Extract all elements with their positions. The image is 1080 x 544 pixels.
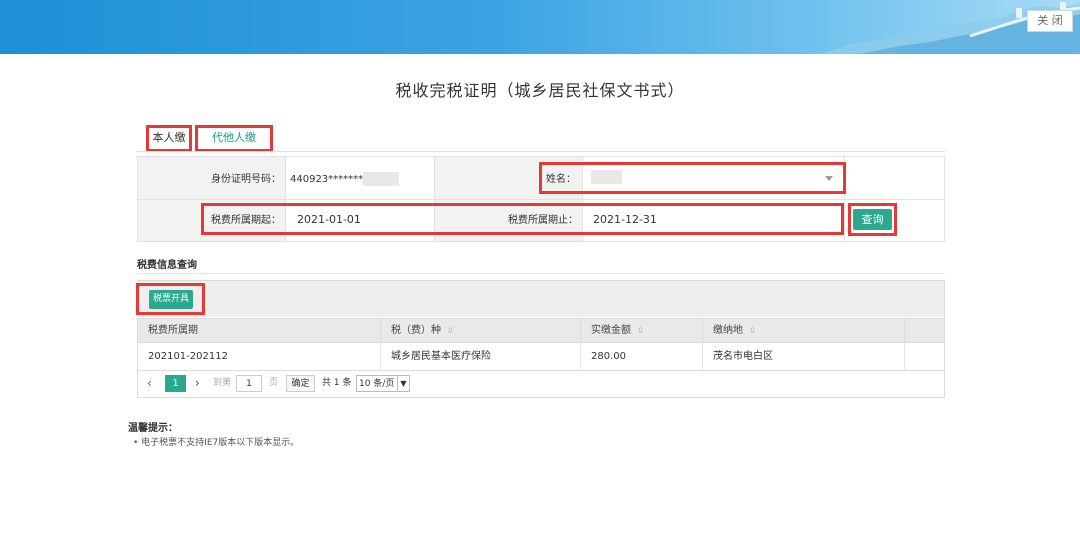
period-end-input[interactable]: 2021-12-31 (593, 213, 657, 227)
section-title: 税费信息查询 (137, 260, 197, 271)
period-start-input[interactable]: 2021-01-01 (297, 213, 361, 227)
redacted-mask (591, 170, 622, 184)
tab-self-pay[interactable]: 本人缴 (148, 127, 190, 149)
section-divider (137, 273, 945, 274)
sort-icon[interactable]: ⇳ (749, 326, 756, 335)
column-header-label: 缴纳地 (713, 325, 743, 336)
chevron-down-icon: ▼ (397, 376, 409, 391)
query-button[interactable]: 查询 (853, 209, 892, 230)
column-header[interactable]: 实缴金额 ⇳ (581, 319, 703, 342)
column-header-label: 税（费）种 (391, 325, 441, 336)
table-header: 税费所属期 税（费）种 ⇳ 实缴金额 ⇳ 缴纳地 ⇳ (138, 318, 944, 343)
column-header-label: 税费所属期 (148, 325, 198, 336)
form-col-divider (434, 157, 435, 241)
goto-confirm-button[interactable]: 确定 (286, 375, 315, 392)
form-col-divider (285, 157, 286, 241)
tabs-divider (137, 151, 945, 152)
period-end-label: 税费所属期止： (508, 215, 578, 226)
id-number-text: 440923******* (290, 174, 364, 185)
period-start-label: 税费所属期起： (211, 215, 281, 226)
table-cell: 202101-202112 (138, 343, 381, 370)
close-button[interactable]: 关 闭 (1027, 10, 1073, 32)
total-count: 共 1 条 (322, 378, 352, 388)
tips-title: 温馨提示： (128, 423, 178, 434)
page-unit-label: 页 (269, 378, 279, 388)
chevron-down-icon[interactable] (825, 176, 833, 181)
next-page-icon[interactable]: › (195, 375, 200, 392)
form-col-divider (844, 157, 845, 241)
name-label: 姓名： (546, 174, 576, 185)
page-title: 税收完税证明（城乡居民社保文书式） (395, 81, 685, 100)
per-page-select[interactable]: 10 条/页 ▼ (356, 375, 410, 392)
id-number-label: 身份证明号码： (211, 174, 281, 185)
issue-invoice-button[interactable]: 税票开具 (149, 290, 193, 309)
column-header[interactable]: 缴纳地 ⇳ (703, 319, 905, 342)
form-row-divider (138, 199, 944, 200)
table-cell: 茂名市电白区 (703, 343, 905, 370)
results-grid: 税票开具 税费所属期 税（费）种 ⇳ 实缴金额 ⇳ 缴纳地 ⇳ 202101-2021… (137, 280, 945, 398)
grid-toolbar: 税票开具 (138, 281, 944, 317)
prev-page-icon[interactable]: ‹ (147, 375, 152, 392)
sort-icon[interactable]: ⇳ (637, 326, 644, 335)
column-header[interactable]: 税（费）种 ⇳ (381, 319, 581, 342)
pagination: ‹ 1 › 到第 1 页 确定 共 1 条 10 条/页 ▼ (138, 371, 944, 397)
tips-item: • 电子税票不支持IE7版本以下版本显示。 (133, 438, 300, 448)
column-header-label: 实缴金额 (591, 325, 631, 336)
current-page-button[interactable]: 1 (165, 375, 186, 392)
table-cell: 280.00 (581, 343, 703, 370)
column-header[interactable]: 税费所属期 (138, 319, 381, 342)
query-form (137, 156, 945, 242)
sort-icon[interactable]: ⇳ (447, 326, 454, 335)
goto-page-input[interactable]: 1 (236, 375, 262, 392)
table-cell: 城乡居民基本医疗保险 (381, 343, 581, 370)
redacted-mask (363, 172, 400, 186)
tab-pay-for-others[interactable]: 代他人缴 (197, 127, 271, 149)
form-col-divider (582, 157, 583, 241)
name-select[interactable] (591, 170, 622, 185)
id-number-value: 440923******* (290, 172, 400, 187)
per-page-value: 10 条/页 (359, 379, 395, 389)
table-row[interactable]: 202101-202112 城乡居民基本医疗保险 280.00 茂名市电白区 (138, 343, 944, 371)
goto-label: 到第 (213, 378, 232, 388)
tips-item-text: 电子税票不支持IE7版本以下版本显示。 (141, 438, 300, 448)
header-banner: 关 闭 (0, 0, 1080, 54)
